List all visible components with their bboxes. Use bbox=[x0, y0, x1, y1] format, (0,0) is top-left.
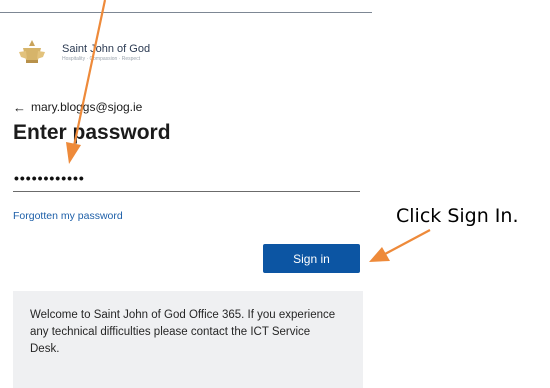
forgot-password-link[interactable]: Forgotten my password bbox=[13, 210, 123, 222]
page-title: Enter password bbox=[13, 121, 171, 144]
password-field[interactable]: •••••••••••• bbox=[13, 164, 360, 192]
back-arrow-icon: ← bbox=[13, 99, 26, 115]
account-email: mary.bloggs@sjog.ie bbox=[31, 100, 143, 114]
welcome-panel: Welcome to Saint John of God Office 365.… bbox=[13, 291, 363, 388]
password-value: •••••••••••• bbox=[14, 170, 85, 186]
welcome-message: Welcome to Saint John of God Office 365.… bbox=[30, 309, 336, 355]
emblem-icon bbox=[19, 40, 45, 63]
divider-line bbox=[0, 12, 372, 13]
sign-in-button[interactable]: Sign in bbox=[263, 244, 360, 273]
arrow-to-sign-in bbox=[369, 229, 431, 262]
brand-tagline: Hospitality · Compassion · Respect bbox=[62, 56, 141, 62]
brand-name: Saint John of God bbox=[62, 43, 151, 55]
brand-logo: Saint John of God Hospitality · Compassi… bbox=[14, 35, 194, 69]
back-to-account-button[interactable]: ← mary.bloggs@sjog.ie bbox=[13, 99, 142, 115]
instruction-annotation: Click Sign In. bbox=[396, 205, 519, 227]
